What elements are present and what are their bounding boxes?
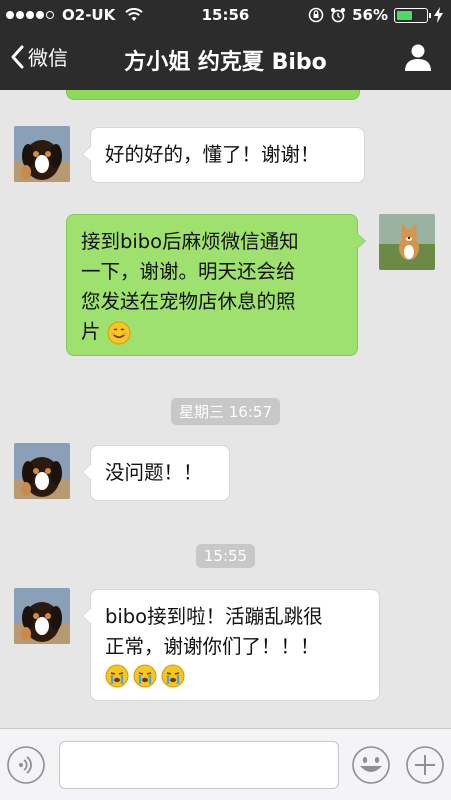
avatar[interactable]	[14, 443, 70, 499]
message-line: 一下，谢谢。明天还会给	[81, 260, 296, 283]
status-bar: O2-UK 15:56 56%	[0, 0, 451, 30]
voice-icon[interactable]	[6, 745, 46, 785]
chat-area[interactable]: 好的好的，懂了！谢谢！ 接到bibo后麻烦微信通知 一下，谢谢。明天还会给 您发…	[0, 90, 451, 728]
crying-emoji-icon	[133, 664, 157, 688]
person-icon[interactable]	[403, 42, 433, 72]
dog-avatar-icon	[14, 588, 70, 644]
timestamp: 星期三 16:57	[0, 398, 451, 425]
alarm-icon	[331, 8, 346, 23]
timestamp: 15:55	[0, 544, 451, 568]
message-line: 接到bibo后麻烦微信通知	[81, 230, 299, 253]
emoji-row	[105, 664, 365, 688]
dog-avatar-icon	[14, 126, 70, 182]
message-line: 正常，谢谢你们了！！！	[105, 635, 320, 658]
crying-emoji-icon	[105, 664, 129, 688]
top-bar: O2-UK 15:56 56% 微信 方小姐 约克夏 Bibo	[0, 0, 451, 90]
battery-fill	[397, 10, 413, 20]
message-line: 您发送在宠物店休息的照	[81, 290, 296, 313]
chat-title: 方小姐 约克夏 Bibo	[124, 50, 327, 75]
battery-icon	[394, 7, 431, 23]
charging-bolt-icon	[434, 7, 443, 23]
plus-icon[interactable]	[405, 745, 445, 785]
corgi-avatar-icon	[379, 214, 435, 270]
timestamp-label: 15:55	[195, 544, 256, 568]
previous-message-bubble[interactable]	[66, 90, 360, 100]
rotation-lock-icon	[308, 7, 324, 23]
crying-emoji-icon	[161, 664, 185, 688]
message-bubble-incoming[interactable]: 好的好的，懂了！谢谢！	[82, 127, 365, 183]
message-text: 好的好的，懂了！谢谢！	[105, 143, 320, 166]
message-bubble-incoming[interactable]: 没问题！！	[82, 445, 230, 501]
avatar[interactable]	[14, 588, 70, 644]
timestamp-label: 星期三 16:57	[171, 398, 280, 425]
emoji-face-icon[interactable]	[351, 745, 391, 785]
dog-avatar-icon	[14, 443, 70, 499]
avatar-self[interactable]	[379, 214, 435, 270]
status-right: 56%	[308, 6, 443, 24]
message-line: 片	[81, 320, 101, 343]
message-bubble-incoming[interactable]: bibo接到啦！活蹦乱跳很 正常，谢谢你们了！！！	[82, 589, 380, 701]
smile-emoji-icon	[107, 321, 131, 344]
message-bubble-outgoing[interactable]: 接到bibo后麻烦微信通知 一下，谢谢。明天还会给 您发送在宠物店休息的照 片	[66, 214, 366, 356]
nav-bar: 微信 方小姐 约克夏 Bibo	[0, 30, 451, 90]
message-input[interactable]	[59, 741, 339, 789]
avatar[interactable]	[14, 126, 70, 182]
message-text: 没问题！！	[105, 461, 203, 484]
input-bar	[0, 728, 451, 800]
message-line: bibo接到啦！活蹦乱跳很	[105, 605, 323, 628]
battery-percent: 56%	[352, 6, 388, 24]
